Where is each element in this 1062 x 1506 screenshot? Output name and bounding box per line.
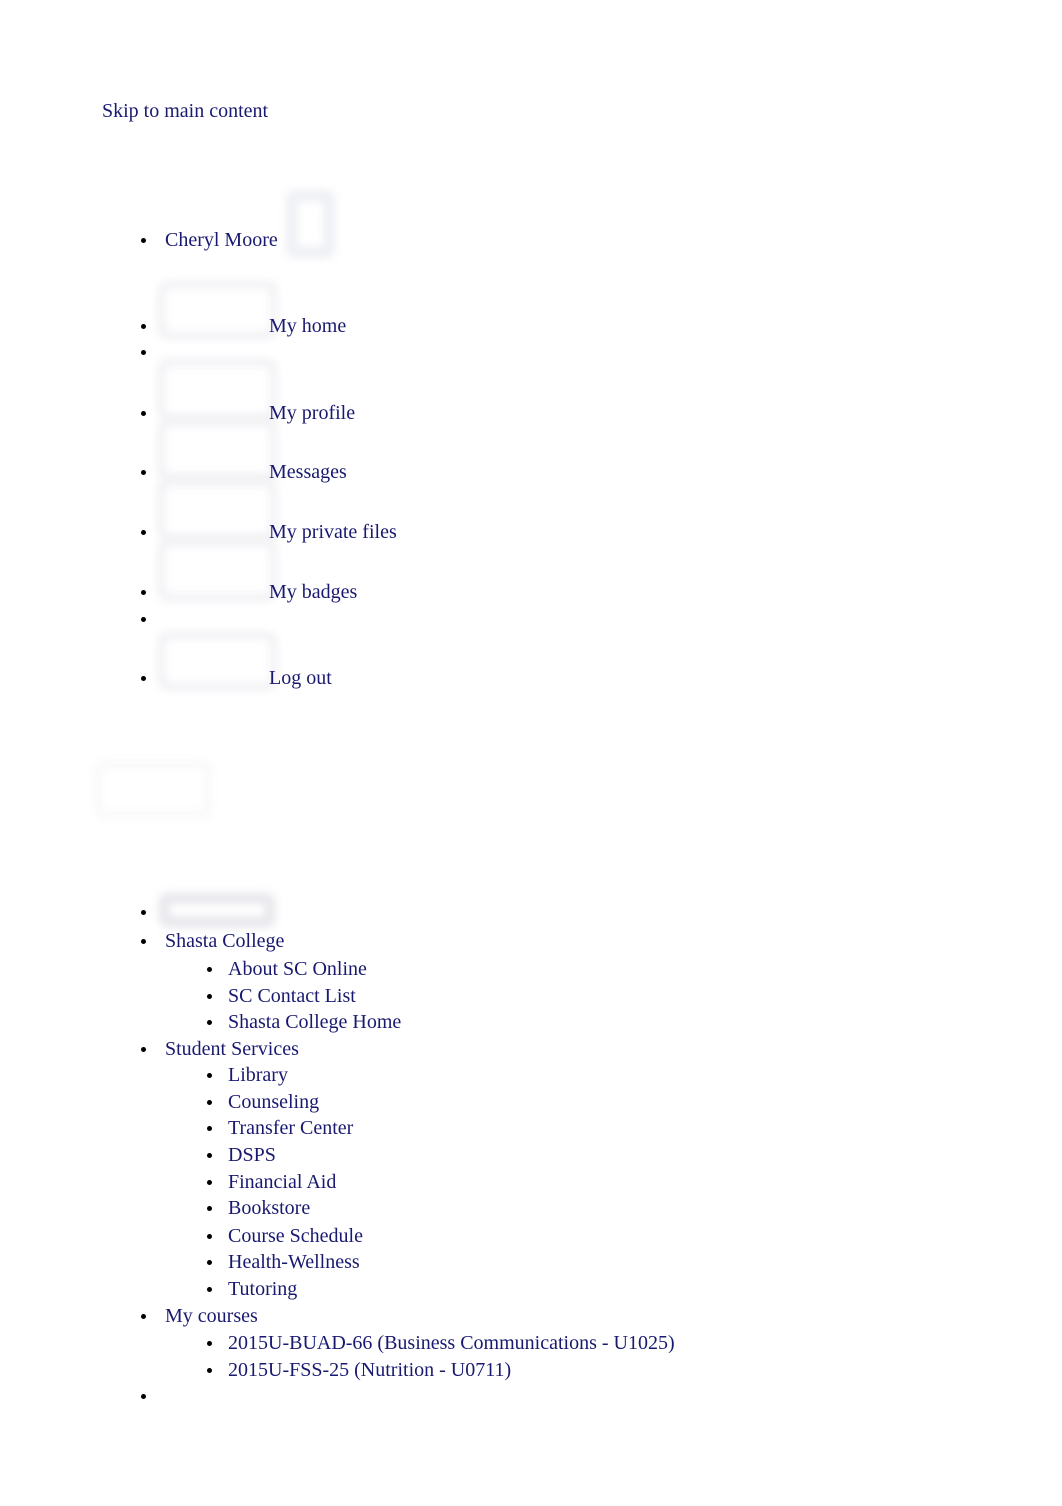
list-bullet: [207, 994, 212, 999]
list-bullet: [207, 1341, 212, 1346]
list-bullet: [207, 1100, 212, 1105]
list-bullet: [207, 1180, 212, 1185]
nav-section-my-courses[interactable]: My courses: [165, 1306, 258, 1326]
list-bullet: [141, 1314, 146, 1319]
nav-item-financial-aid[interactable]: Financial Aid: [228, 1172, 336, 1192]
list-bullet: [207, 1287, 212, 1292]
menu-item-my-home[interactable]: My home: [269, 316, 346, 336]
logout-icon-placeholder: [159, 633, 276, 689]
nav-item-counseling[interactable]: Counseling: [228, 1092, 319, 1112]
list-bullet: [207, 1368, 212, 1373]
list-bullet: [141, 1394, 146, 1399]
profile-icon-placeholder: [159, 360, 276, 420]
list-bullet: [141, 910, 146, 915]
list-bullet: [141, 238, 146, 243]
nav-item-shasta-college-home[interactable]: Shasta College Home: [228, 1012, 401, 1032]
list-bullet: [207, 1073, 212, 1078]
list-bullet: [207, 967, 212, 972]
nav-item-course-buad-66[interactable]: 2015U-BUAD-66 (Business Communications -…: [228, 1333, 675, 1353]
menu-item-my-profile[interactable]: My profile: [269, 403, 355, 423]
nav-item-health-wellness[interactable]: Health-Wellness: [228, 1252, 360, 1272]
nav-item-course-schedule[interactable]: Course Schedule: [228, 1226, 363, 1246]
site-logo-placeholder-icon[interactable]: [95, 762, 211, 817]
nav-item-about-sc-online[interactable]: About SC Online: [228, 959, 367, 979]
menu-item-log-out[interactable]: Log out: [269, 668, 332, 688]
list-bullet: [207, 1153, 212, 1158]
list-bullet: [141, 324, 146, 329]
nav-item-sc-contact-list[interactable]: SC Contact List: [228, 986, 356, 1006]
list-bullet: [141, 1047, 146, 1052]
nav-item-dsps[interactable]: DSPS: [228, 1145, 276, 1165]
list-bullet-divider: [141, 350, 146, 355]
list-bullet-divider: [141, 617, 146, 622]
user-name-link[interactable]: Cheryl Moore: [165, 230, 278, 250]
nav-toggle-placeholder-icon[interactable]: [159, 893, 275, 927]
list-bullet: [207, 1126, 212, 1131]
list-bullet: [207, 1260, 212, 1265]
list-bullet: [141, 470, 146, 475]
list-bullet: [207, 1234, 212, 1239]
list-bullet: [141, 411, 146, 416]
list-bullet: [207, 1206, 212, 1211]
home-icon-placeholder: [159, 282, 276, 338]
messages-icon-placeholder: [159, 420, 276, 480]
nav-section-shasta-college[interactable]: Shasta College: [165, 931, 284, 951]
nav-item-library[interactable]: Library: [228, 1065, 288, 1085]
nav-item-course-fss-25[interactable]: 2015U-FSS-25 (Nutrition - U0711): [228, 1360, 511, 1380]
menu-item-messages[interactable]: Messages: [269, 462, 347, 482]
list-bullet: [141, 590, 146, 595]
menu-item-my-private-files[interactable]: My private files: [269, 522, 397, 542]
list-bullet: [141, 939, 146, 944]
badges-icon-placeholder: [159, 540, 276, 600]
nav-section-student-services[interactable]: Student Services: [165, 1039, 299, 1059]
skip-to-main-content-link[interactable]: Skip to main content: [102, 101, 268, 121]
nav-item-bookstore[interactable]: Bookstore: [228, 1198, 310, 1218]
user-avatar-placeholder-icon: [286, 190, 335, 258]
nav-item-transfer-center[interactable]: Transfer Center: [228, 1118, 353, 1138]
list-bullet: [207, 1020, 212, 1025]
list-bullet: [141, 676, 146, 681]
menu-item-my-badges[interactable]: My badges: [269, 582, 357, 602]
page-root: Skip to main content Cheryl Moore My hom…: [0, 0, 1062, 1506]
nav-item-tutoring[interactable]: Tutoring: [228, 1279, 297, 1299]
list-bullet: [141, 530, 146, 535]
private-files-icon-placeholder: [159, 480, 276, 540]
